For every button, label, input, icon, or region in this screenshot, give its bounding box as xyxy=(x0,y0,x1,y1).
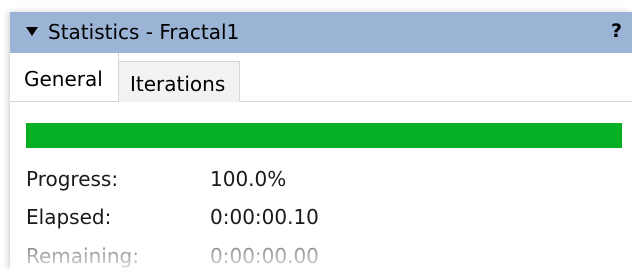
collapse-triangle-icon[interactable] xyxy=(26,27,38,36)
progress-bar xyxy=(26,123,622,148)
progress-bar-fill xyxy=(26,123,622,148)
elapsed-value: 0:00:00.10 xyxy=(210,205,319,229)
remaining-value: 0:00:00.00 xyxy=(210,244,319,268)
statistics-panel: Statistics - Fractal1 ? General Iteratio… xyxy=(10,12,632,269)
progress-value: 100.0% xyxy=(210,167,287,191)
remaining-label: Remaining: xyxy=(26,244,139,268)
elapsed-label: Elapsed: xyxy=(26,205,112,229)
panel-title: Statistics - Fractal1 xyxy=(48,20,240,44)
progress-label: Progress: xyxy=(26,167,119,191)
tab-general[interactable]: General xyxy=(10,53,119,101)
help-icon[interactable]: ? xyxy=(611,18,622,44)
tab-iterations-label: Iterations xyxy=(130,72,226,96)
panel-titlebar[interactable]: Statistics - Fractal1 ? xyxy=(10,12,632,53)
tab-strip: General Iterations xyxy=(10,53,632,102)
tab-iterations[interactable]: Iterations xyxy=(119,61,240,102)
tab-general-label: General xyxy=(24,67,103,91)
